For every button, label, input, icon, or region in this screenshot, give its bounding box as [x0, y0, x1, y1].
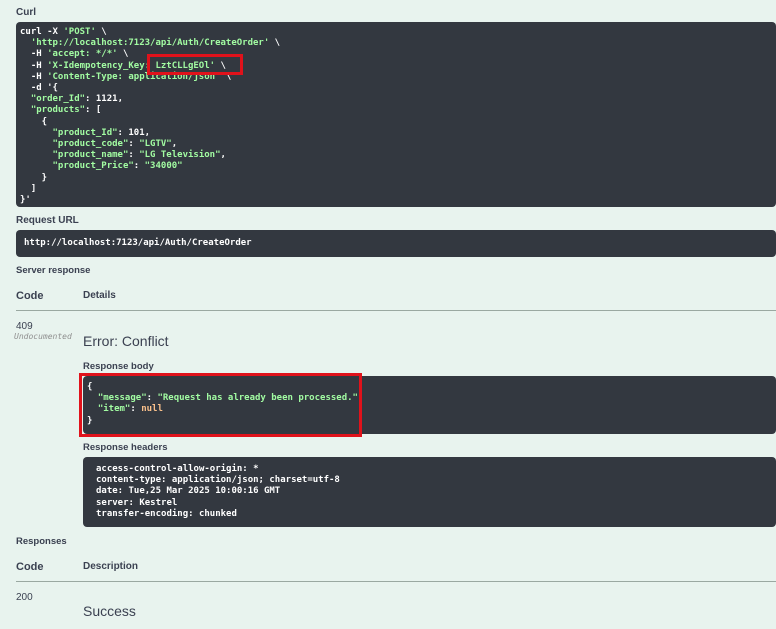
- response-header-line: server: Kestrel: [96, 497, 178, 508]
- curl-line: -H 'X-Idempotency_Key: LztCLLgEOl' \: [20, 60, 226, 71]
- request-url-block[interactable]: http://localhost:7123/api/Auth/CreateOrd…: [16, 230, 776, 257]
- responses-description-header: Description: [83, 561, 139, 572]
- response-header-line: transfer-encoding: chunked: [96, 508, 237, 519]
- responses-code-200: 200: [16, 592, 33, 603]
- responses-label: Responses: [16, 536, 67, 547]
- curl-line: "product_code": "LGTV",: [52, 139, 178, 150]
- curl-line: {: [20, 116, 48, 127]
- response-headers-label: Response headers: [83, 442, 168, 453]
- curl-line: "order_Id": 1121,: [30, 94, 123, 105]
- curl-line: "products": [: [30, 105, 102, 116]
- curl-label: Curl: [16, 7, 36, 18]
- curl-line: ]: [20, 183, 37, 194]
- response-headers-lines: access-control-allow-origin: * content-ty…: [96, 464, 776, 520]
- response-header-line: date: Tue,25 Mar 2025 10:00:16 GMT: [96, 486, 281, 497]
- curl-line: }': [20, 195, 31, 206]
- curl-code-lines: curl -X 'POST' \ 'http://localhost:7123/…: [20, 27, 776, 206]
- responses-divider: [16, 581, 776, 582]
- error-conflict-text: Error: Conflict: [83, 333, 169, 349]
- curl-line: -d '{: [20, 83, 58, 94]
- request-url-value: http://localhost:7123/api/Auth/CreateOrd…: [24, 238, 252, 248]
- response-headers-block[interactable]: access-control-allow-origin: * content-ty…: [83, 457, 776, 527]
- server-response-divider: [16, 310, 776, 311]
- details-column-header: Details: [83, 290, 116, 301]
- curl-line: curl -X 'POST' \: [20, 27, 107, 37]
- curl-line: "product_Id": 101,: [52, 127, 151, 138]
- undocumented-note: Undocumented: [14, 332, 72, 341]
- curl-line: "product_Price": "34000": [52, 161, 183, 172]
- response-body-highlight: [79, 373, 362, 437]
- curl-line: 'http://localhost:7123/api/Auth/CreateOr…: [30, 38, 281, 49]
- curl-line: -H 'accept: */*' \: [20, 49, 129, 60]
- curl-line: "product_name": "LG Television",: [52, 150, 226, 161]
- code-column-header: Code: [16, 290, 44, 302]
- response-header-line: content-type: application/json; charset=…: [96, 475, 340, 486]
- responses-code-header: Code: [16, 561, 44, 573]
- curl-line: -H 'Content-Type: application/json' \: [20, 71, 232, 82]
- request-url-label: Request URL: [16, 215, 79, 226]
- response-body-label: Response body: [83, 361, 154, 372]
- server-response-label: Server response: [16, 265, 91, 276]
- response-header-line: access-control-allow-origin: *: [96, 464, 259, 474]
- responses-description-success: Success: [83, 603, 136, 619]
- curl-line: }: [20, 172, 48, 183]
- idempotency-key-highlight: [147, 54, 243, 75]
- response-status-code: 409: [16, 321, 33, 332]
- curl-code-block[interactable]: curl -X 'POST' \ 'http://localhost:7123/…: [16, 22, 776, 207]
